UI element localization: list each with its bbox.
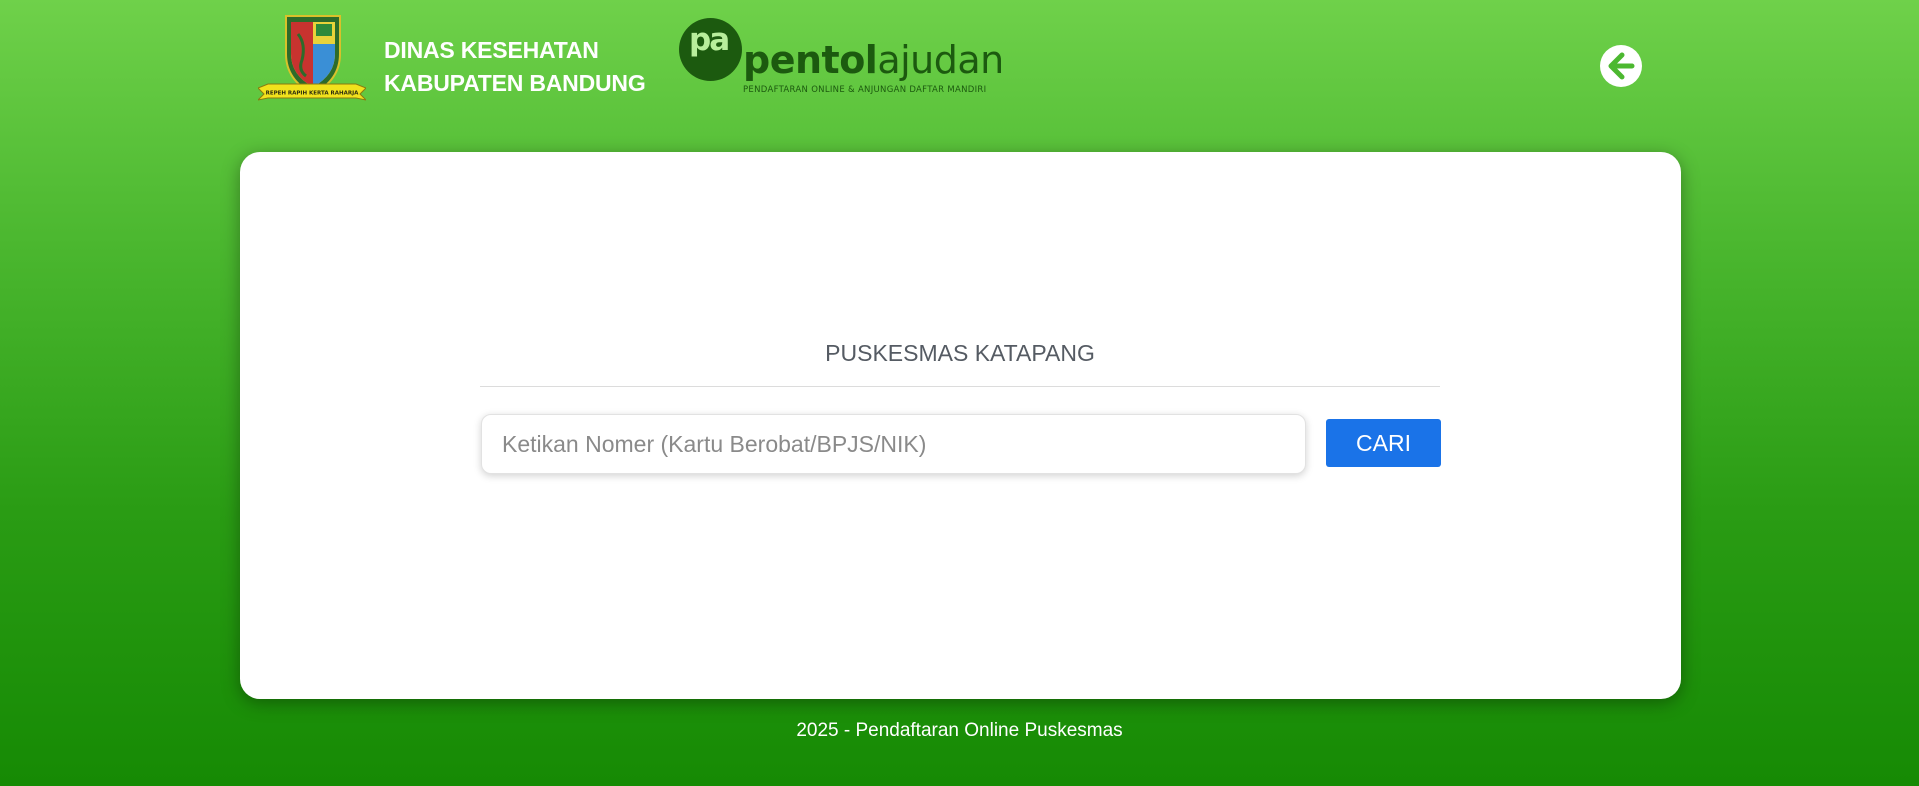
brand-name-bold: pentol (743, 38, 878, 82)
pentolajudan-logo: pa pentolajudan Pendaftaran Online & Anj… (679, 18, 1004, 102)
agency-line-2: KABUPATEN BANDUNG (384, 70, 646, 96)
brand-mark-text: pa (689, 22, 730, 58)
crest-ribbon-text: REPEH RAPIH KERTA RAHARJA (266, 91, 360, 97)
bandung-crest-logo: REPEH RAPIH KERTA RAHARJA (256, 14, 368, 104)
brand-name: pentolajudan (743, 40, 1004, 80)
header: REPEH RAPIH KERTA RAHARJA DINAS KESEHATA… (0, 0, 1919, 150)
brand-tagline: Pendaftaran Online & Anjungan Daftar Man… (743, 85, 987, 95)
search-input[interactable] (481, 414, 1306, 474)
search-button[interactable]: CARI (1326, 419, 1441, 467)
agency-name: DINAS KESEHATAN KABUPATEN BANDUNG (384, 34, 646, 100)
main-card: PUSKESMAS KATAPANG CARI (240, 152, 1681, 699)
brand-name-light: ajudan (877, 38, 1004, 82)
page-title: PUSKESMAS KATAPANG (825, 340, 1095, 366)
brand-mark-circle: pa (679, 18, 742, 81)
footer-text: 2025 - Pendaftaran Online Puskesmas (796, 720, 1123, 741)
agency-line-1: DINAS KESEHATAN (384, 37, 599, 63)
back-button[interactable] (1600, 45, 1642, 87)
arrow-left-circle-icon (1608, 52, 1635, 80)
title-divider (480, 386, 1440, 387)
